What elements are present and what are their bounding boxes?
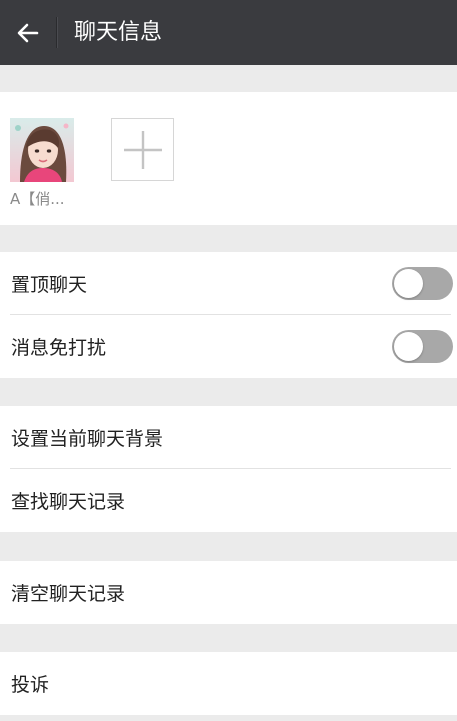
mute-label: 消息免打扰 [11, 337, 107, 359]
back-button[interactable] [0, 0, 56, 65]
member-name: A【俏... [10, 190, 65, 208]
add-member-button[interactable] [111, 118, 174, 181]
chat-options-group: 设置当前聊天背景 查找聊天记录 [0, 406, 457, 532]
report-group: 投诉 [0, 652, 457, 715]
top-bar: 聊天信息 [0, 0, 457, 65]
member-item[interactable]: A【俏... [10, 118, 74, 209]
toggle-settings-group: 置顶聊天 消息免打扰 [0, 252, 457, 378]
toggle-knob [394, 269, 423, 298]
members-section: A【俏... [0, 92, 457, 225]
clear-history-row[interactable]: 清空聊天记录 [0, 561, 457, 624]
avatar [10, 118, 74, 182]
set-background-label: 设置当前聊天背景 [11, 428, 164, 450]
set-background-row[interactable]: 设置当前聊天背景 [0, 406, 457, 469]
pin-chat-toggle[interactable] [392, 267, 453, 300]
mute-row[interactable]: 消息免打扰 [0, 315, 457, 378]
pin-chat-label: 置顶聊天 [11, 274, 88, 296]
pin-chat-row[interactable]: 置顶聊天 [0, 252, 457, 315]
back-arrow-icon [17, 23, 39, 42]
page-title: 聊天信息 [74, 20, 163, 45]
report-label: 投诉 [11, 674, 50, 696]
clear-history-label: 清空聊天记录 [11, 583, 126, 605]
search-history-row[interactable]: 查找聊天记录 [0, 469, 457, 532]
report-row[interactable]: 投诉 [0, 652, 457, 715]
header-divider [56, 17, 57, 48]
search-history-label: 查找聊天记录 [11, 491, 126, 513]
plus-icon [123, 130, 162, 169]
clear-group: 清空聊天记录 [0, 561, 457, 624]
mute-toggle[interactable] [392, 330, 453, 363]
toggle-knob [394, 332, 423, 361]
